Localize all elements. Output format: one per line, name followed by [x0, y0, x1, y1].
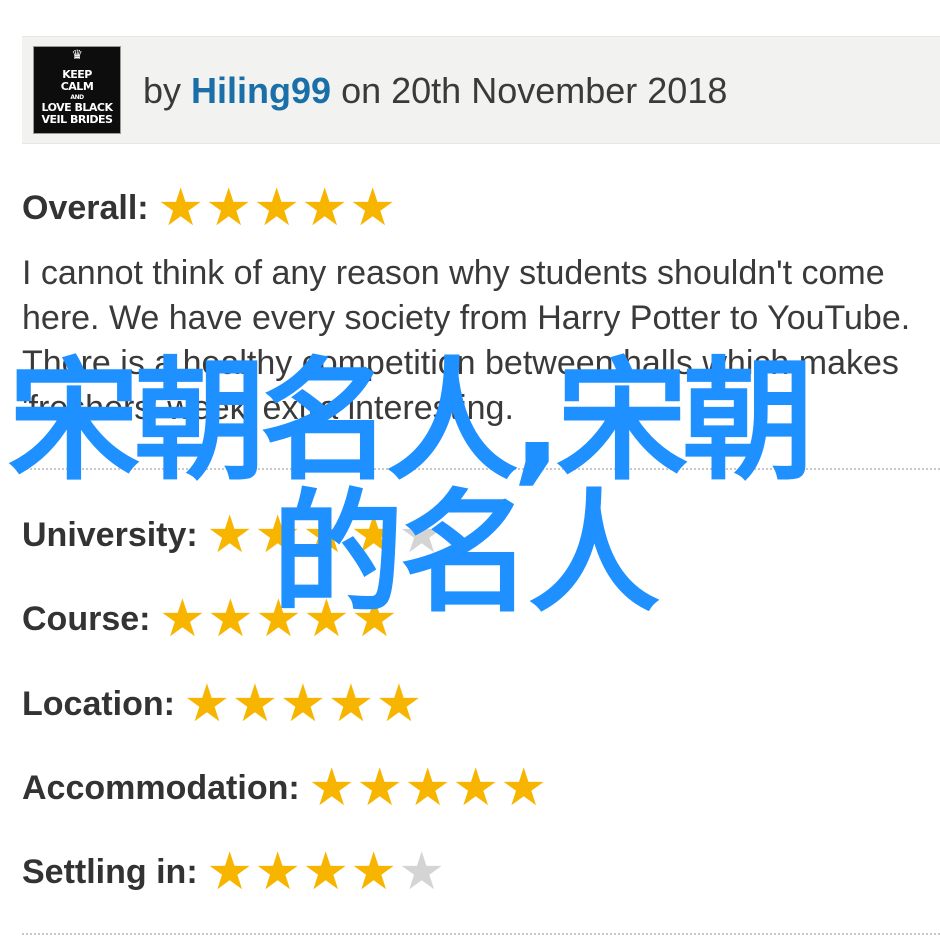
star-icon: ★: [452, 758, 499, 818]
star-icon: ★: [207, 589, 254, 649]
crown-icon: ♛: [71, 48, 83, 63]
star-icon: ★: [351, 589, 398, 649]
divider: [22, 933, 940, 935]
avatar-text-line: CALM: [60, 80, 94, 93]
star-rating: ★ ★ ★ ★ ★: [206, 509, 446, 561]
star-icon: ★: [159, 589, 206, 649]
star-icon: ★: [350, 505, 398, 565]
star-icon: ★: [254, 842, 301, 902]
review-date: on 20th November 2018: [341, 70, 728, 111]
review-header: ♛ KEEP CALM AND LOVE BLACK VEIL BRIDES b…: [22, 36, 940, 144]
avatar[interactable]: ♛ KEEP CALM AND LOVE BLACK VEIL BRIDES: [33, 46, 121, 134]
category-label: Settling in:: [22, 852, 198, 891]
star-icon: ★: [356, 758, 403, 818]
username-link[interactable]: Hiling99: [191, 70, 331, 111]
star-rating: ★ ★ ★ ★ ★: [183, 678, 423, 730]
star-icon: ★: [183, 674, 231, 734]
category-label: Accommodation:: [22, 768, 300, 807]
star-icon: ★: [255, 589, 302, 649]
star-rating: ★ ★ ★ ★ ★: [308, 762, 548, 814]
star-icon: ★: [253, 178, 300, 238]
star-icon: ★: [398, 842, 445, 902]
category-rating-location: Location: ★ ★ ★ ★ ★: [22, 678, 423, 730]
category-label: Course:: [22, 599, 151, 638]
category-rating-course: Course: ★ ★ ★ ★ ★: [22, 593, 398, 645]
star-icon: ★: [398, 505, 446, 565]
avatar-text-line: AND: [70, 94, 84, 101]
avatar-text-line: VEIL BRIDES: [41, 113, 113, 126]
star-icon: ★: [350, 842, 397, 902]
divider: [22, 468, 940, 470]
star-rating: ★ ★ ★ ★ ★: [206, 846, 446, 898]
star-icon: ★: [301, 178, 348, 238]
by-prefix: by: [143, 70, 182, 111]
star-rating: ★ ★ ★ ★ ★: [158, 593, 398, 645]
star-icon: ★: [308, 758, 355, 818]
star-icon: ★: [302, 505, 350, 565]
star-icon: ★: [302, 842, 349, 902]
star-icon: ★: [206, 842, 253, 902]
category-rating-accommodation: Accommodation: ★ ★ ★ ★ ★: [22, 762, 548, 814]
star-icon: ★: [231, 674, 279, 734]
star-icon: ★: [375, 674, 423, 734]
star-icon: ★: [404, 758, 451, 818]
star-icon: ★: [349, 178, 396, 238]
review-byline: by Hiling99 on 20th November 2018: [143, 70, 727, 112]
star-icon: ★: [327, 674, 375, 734]
star-icon: ★: [206, 505, 254, 565]
review-body: I cannot think of any reason why student…: [22, 254, 911, 427]
star-icon: ★: [254, 505, 302, 565]
star-icon: ★: [303, 589, 350, 649]
overall-rating: Overall: ★ ★ ★ ★ ★: [22, 182, 397, 234]
star-rating: ★ ★ ★ ★ ★: [157, 182, 397, 234]
category-rating-university: University: ★ ★ ★ ★ ★: [22, 509, 446, 561]
star-icon: ★: [279, 674, 327, 734]
star-icon: ★: [157, 178, 204, 238]
category-rating-settling-in: Settling in: ★ ★ ★ ★ ★: [22, 846, 446, 898]
overall-label: Overall:: [22, 188, 149, 227]
review-text: I cannot think of any reason why student…: [22, 251, 922, 431]
category-label: University:: [22, 515, 198, 554]
category-label: Location:: [22, 684, 175, 723]
star-icon: ★: [500, 758, 547, 818]
star-icon: ★: [205, 178, 252, 238]
